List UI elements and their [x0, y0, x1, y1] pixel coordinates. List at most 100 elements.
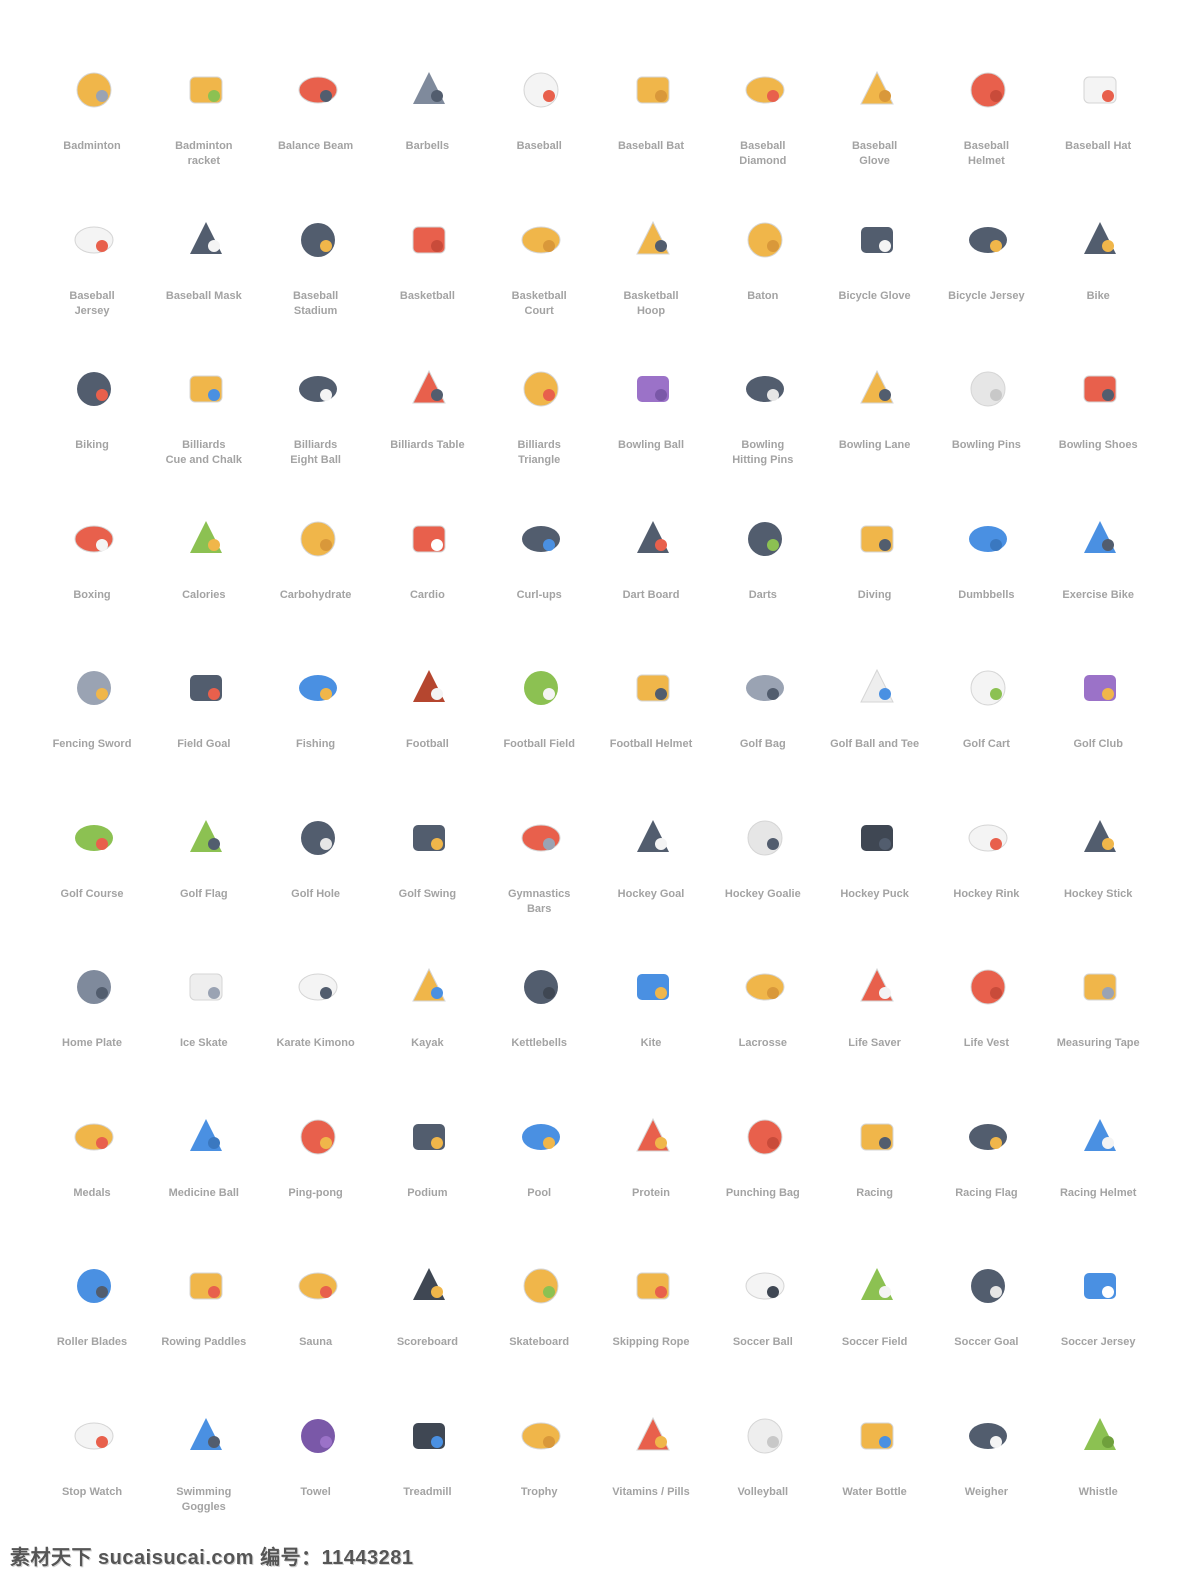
icon-tile[interactable]: Carbohydrate: [260, 511, 372, 661]
icon-tile[interactable]: Stop Watch: [36, 1408, 148, 1558]
icon-tile[interactable]: Basketball Court: [483, 212, 595, 362]
icon-tile[interactable]: Bowling Lane: [819, 361, 931, 511]
icon-tile[interactable]: Measuring Tape: [1042, 959, 1154, 1109]
icon-tile[interactable]: Bike: [1042, 212, 1154, 362]
icon-tile[interactable]: Hockey Stick: [1042, 810, 1154, 960]
icon-tile[interactable]: Bowling Pins: [930, 361, 1042, 511]
icon-tile[interactable]: Field Goal: [148, 660, 260, 810]
icon-tile[interactable]: Basketball Hoop: [595, 212, 707, 362]
icon-tile[interactable]: Football: [371, 660, 483, 810]
icon-tile[interactable]: Soccer Jersey: [1042, 1258, 1154, 1408]
icon-tile[interactable]: Bicycle Jersey: [930, 212, 1042, 362]
icon-tile[interactable]: Water Bottle: [819, 1408, 931, 1558]
icon-tile[interactable]: Biking: [36, 361, 148, 511]
icon-tile[interactable]: Soccer Field: [819, 1258, 931, 1408]
icon-tile[interactable]: Kite: [595, 959, 707, 1109]
icon-tile[interactable]: Balance Beam: [260, 62, 372, 212]
icon-tile[interactable]: Golf Hole: [260, 810, 372, 960]
icon-tile[interactable]: Billiards Cue and Chalk: [148, 361, 260, 511]
icon-tile[interactable]: Skateboard: [483, 1258, 595, 1408]
icon-tile[interactable]: Hockey Goal: [595, 810, 707, 960]
icon-tile[interactable]: Racing Helmet: [1042, 1109, 1154, 1259]
icon-tile[interactable]: Podium: [371, 1109, 483, 1259]
icon-tile[interactable]: Baseball Jersey: [36, 212, 148, 362]
icon-tile[interactable]: Karate Kimono: [260, 959, 372, 1109]
icon-tile[interactable]: Darts: [707, 511, 819, 661]
icon-tile[interactable]: Soccer Goal: [930, 1258, 1042, 1408]
icon-tile[interactable]: Weigher: [930, 1408, 1042, 1558]
icon-tile[interactable]: Baseball Glove: [819, 62, 931, 212]
icon-tile[interactable]: Hockey Rink: [930, 810, 1042, 960]
icon-tile[interactable]: Baseball Hat: [1042, 62, 1154, 212]
icon-tile[interactable]: Treadmill: [371, 1408, 483, 1558]
icon-tile[interactable]: Basketball: [371, 212, 483, 362]
icon-tile[interactable]: Scoreboard: [371, 1258, 483, 1408]
icon-tile[interactable]: Sauna: [260, 1258, 372, 1408]
icon-tile[interactable]: Home Plate: [36, 959, 148, 1109]
icon-tile[interactable]: Pool: [483, 1109, 595, 1259]
icon-tile[interactable]: Badminton racket: [148, 62, 260, 212]
icon-tile[interactable]: Calories: [148, 511, 260, 661]
icon-tile[interactable]: Golf Ball and Tee: [819, 660, 931, 810]
icon-tile[interactable]: Golf Course: [36, 810, 148, 960]
icon-tile[interactable]: Billiards Table: [371, 361, 483, 511]
icon-tile[interactable]: Racing: [819, 1109, 931, 1259]
icon-tile[interactable]: Baseball Mask: [148, 212, 260, 362]
icon-tile[interactable]: Golf Bag: [707, 660, 819, 810]
icon-tile[interactable]: Trophy: [483, 1408, 595, 1558]
icon-tile[interactable]: Ping-pong: [260, 1109, 372, 1259]
icon-tile[interactable]: Rowing Paddles: [148, 1258, 260, 1408]
icon-tile[interactable]: Curl-ups: [483, 511, 595, 661]
icon-tile[interactable]: Vitamins / Pills: [595, 1408, 707, 1558]
icon-tile[interactable]: Skipping Rope: [595, 1258, 707, 1408]
icon-tile[interactable]: Lacrosse: [707, 959, 819, 1109]
icon-tile[interactable]: Bowling Shoes: [1042, 361, 1154, 511]
icon-tile[interactable]: Billiards Triangle: [483, 361, 595, 511]
icon-tile[interactable]: Hockey Puck: [819, 810, 931, 960]
icon-tile[interactable]: Roller Blades: [36, 1258, 148, 1408]
icon-tile[interactable]: Badminton: [36, 62, 148, 212]
icon-tile[interactable]: Baseball Diamond: [707, 62, 819, 212]
icon-tile[interactable]: Cardio: [371, 511, 483, 661]
icon-tile[interactable]: Diving: [819, 511, 931, 661]
icon-tile[interactable]: Gymnastics Bars: [483, 810, 595, 960]
icon-tile[interactable]: Bowling Ball: [595, 361, 707, 511]
icon-tile[interactable]: Golf Club: [1042, 660, 1154, 810]
icon-tile[interactable]: Ice Skate: [148, 959, 260, 1109]
icon-tile[interactable]: Golf Swing: [371, 810, 483, 960]
icon-tile[interactable]: Kettlebells: [483, 959, 595, 1109]
icon-tile[interactable]: Football Helmet: [595, 660, 707, 810]
icon-tile[interactable]: Soccer Ball: [707, 1258, 819, 1408]
icon-tile[interactable]: Hockey Goalie: [707, 810, 819, 960]
icon-tile[interactable]: Racing Flag: [930, 1109, 1042, 1259]
icon-tile[interactable]: Medicine Ball: [148, 1109, 260, 1259]
icon-tile[interactable]: Life Vest: [930, 959, 1042, 1109]
icon-tile[interactable]: Protein: [595, 1109, 707, 1259]
icon-tile[interactable]: Punching Bag: [707, 1109, 819, 1259]
icon-tile[interactable]: Fishing: [260, 660, 372, 810]
icon-tile[interactable]: Dumbbells: [930, 511, 1042, 661]
icon-tile[interactable]: Volleyball: [707, 1408, 819, 1558]
icon-tile[interactable]: Kayak: [371, 959, 483, 1109]
icon-tile[interactable]: Baseball: [483, 62, 595, 212]
icon-tile[interactable]: Boxing: [36, 511, 148, 661]
icon-tile[interactable]: Baseball Helmet: [930, 62, 1042, 212]
icon-tile[interactable]: Dart Board: [595, 511, 707, 661]
icon-tile[interactable]: Golf Cart: [930, 660, 1042, 810]
icon-tile[interactable]: Football Field: [483, 660, 595, 810]
icon-tile[interactable]: Baseball Bat: [595, 62, 707, 212]
icon-tile[interactable]: Baton: [707, 212, 819, 362]
icon-tile[interactable]: Swimming Goggles: [148, 1408, 260, 1558]
icon-tile[interactable]: Billiards Eight Ball: [260, 361, 372, 511]
icon-tile[interactable]: Baseball Stadium: [260, 212, 372, 362]
icon-tile[interactable]: Exercise Bike: [1042, 511, 1154, 661]
icon-tile[interactable]: Bicycle Glove: [819, 212, 931, 362]
icon-tile[interactable]: Towel: [260, 1408, 372, 1558]
icon-tile[interactable]: Golf Flag: [148, 810, 260, 960]
icon-tile[interactable]: Fencing Sword: [36, 660, 148, 810]
icon-tile[interactable]: Life Saver: [819, 959, 931, 1109]
icon-tile[interactable]: Bowling Hitting Pins: [707, 361, 819, 511]
icon-tile[interactable]: Medals: [36, 1109, 148, 1259]
icon-tile[interactable]: Barbells: [371, 62, 483, 212]
icon-tile[interactable]: Whistle: [1042, 1408, 1154, 1558]
